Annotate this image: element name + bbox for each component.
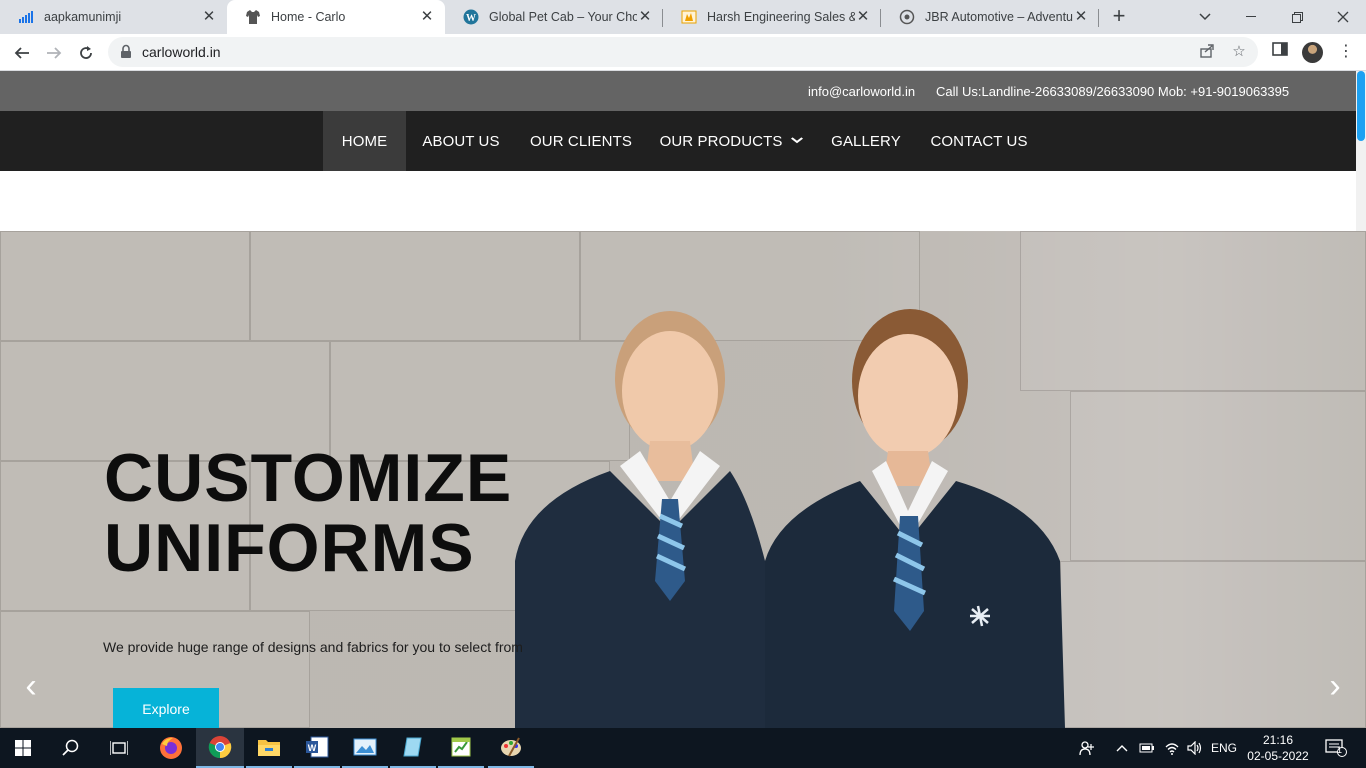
browser-toolbar: carloworld.in ☆ ⋮ [0,34,1366,71]
task-view-icon[interactable] [96,728,142,768]
svg-text:W: W [308,743,317,753]
hero-title-line1: CUSTOMIZE [104,440,513,516]
clock-date: 02-05-2022 [1247,749,1309,763]
tab-title: Home - Carlo [271,10,346,24]
windows-start-icon[interactable] [0,728,46,768]
tab-jbr-automotive[interactable]: JBR Automotive – Adventure ✕ [881,0,1099,34]
hero-title-line2: UNIFORMS [104,510,475,586]
nav-contact-us[interactable]: CONTACT US [916,111,1042,171]
tab-separator [1098,9,1099,27]
contact-email-link[interactable]: info@carloworld.in [808,84,915,99]
notes-app-icon[interactable] [390,728,436,768]
slider-next-arrow-icon[interactable]: › [1324,669,1346,703]
nav-gallery[interactable]: GALLERY [816,111,916,171]
windows-taskbar: W ENG 21:16 02-05-2022 1 [0,728,1366,768]
people-icon[interactable] [1074,728,1100,768]
wordpress-icon: W [463,9,479,25]
tab-home-carlo[interactable]: Home - Carlo ✕ [227,0,445,34]
file-explorer-icon[interactable] [246,728,292,768]
tab-title: JBR Automotive – Adventure [925,10,1073,24]
menu-kebab-icon[interactable]: ⋮ [1336,42,1356,62]
forward-arrow-icon[interactable] [40,39,68,67]
spreadsheet-icon[interactable] [438,728,484,768]
battery-icon[interactable] [1136,728,1158,768]
contact-phone-text: Call Us:Landline-26633089/26633090 Mob: … [936,84,1290,99]
bookmark-star-icon[interactable]: ☆ [1230,43,1248,61]
students-photo [515,309,1065,728]
browser-tab-strip: aapkamunimji ✕ Home - Carlo ✕ W Global P… [0,0,1366,34]
close-tab-icon[interactable]: ✕ [637,9,653,25]
explore-button[interactable]: Explore [113,688,219,728]
page-scrollbar-thumb[interactable] [1357,71,1365,141]
nav-about-us[interactable]: ABOUT US [406,111,516,171]
notifications-icon[interactable]: 1 [1318,728,1354,768]
site-contact-bar: info@carloworld.in Call Us:Landline-2663… [0,71,1356,111]
slider-prev-arrow-icon[interactable]: ‹ [20,669,42,703]
tab-title: Global Pet Cab – Your Choice [489,10,637,24]
site-main-nav: HOME ABOUT US OUR CLIENTS OUR PRODUCTS G… [0,111,1356,171]
volume-icon[interactable] [1184,728,1206,768]
svg-text:W: W [466,13,476,24]
shirt-icon [245,9,261,25]
tab-global-pet-cab[interactable]: W Global Pet Cab – Your Choice ✕ [445,0,663,34]
nav-our-products-label: OUR PRODUCTS [659,132,783,150]
profile-avatar[interactable] [1302,42,1323,63]
wall-block [1070,391,1366,561]
language-indicator[interactable]: ENG [1208,728,1240,768]
nav-our-products[interactable]: OUR PRODUCTS [646,111,816,171]
firefox-icon[interactable] [148,728,194,768]
tab-title: aapkamunimji [44,10,122,24]
address-bar[interactable]: carloworld.in ☆ [108,37,1258,67]
reload-icon[interactable] [72,39,100,67]
back-arrow-icon[interactable] [8,39,36,67]
wall-block [1060,561,1366,728]
side-panel-icon[interactable] [1270,42,1290,62]
close-window-icon[interactable] [1320,0,1366,34]
wifi-icon[interactable] [1160,728,1184,768]
chrome-icon[interactable] [196,728,244,768]
wall-block [0,231,250,341]
nav-our-clients[interactable]: OUR CLIENTS [516,111,646,171]
system-clock[interactable]: 21:16 02-05-2022 [1240,732,1316,764]
hero-slider: CUSTOMIZE UNIFORMS We provide huge range… [0,231,1366,728]
new-tab-button[interactable]: + [1107,5,1131,29]
hero-subtitle: We provide huge range of designs and fab… [103,639,523,655]
close-tab-icon[interactable]: ✕ [1073,9,1089,25]
bar-chart-icon [18,9,34,25]
flame-icon [681,9,697,25]
tab-search-icon[interactable] [1182,0,1228,34]
paint-icon[interactable] [488,728,534,768]
clock-time: 21:16 [1262,733,1294,747]
close-tab-icon[interactable]: ✕ [201,9,217,25]
word-icon[interactable]: W [294,728,340,768]
tab-harsh-engineering[interactable]: Harsh Engineering Sales & Se ✕ [663,0,881,34]
url-text[interactable]: carloworld.in [142,44,221,60]
close-tab-icon[interactable]: ✕ [419,9,435,25]
search-icon[interactable] [48,728,94,768]
notification-count: 1 [1337,745,1343,755]
tray-chevron-up-icon[interactable] [1112,728,1132,768]
minimize-icon[interactable] [1228,0,1274,34]
chevron-down-icon [791,136,804,147]
close-tab-icon[interactable]: ✕ [855,9,871,25]
tab-aapkamunimji[interactable]: aapkamunimji ✕ [0,0,227,34]
nav-home[interactable]: HOME [323,111,406,171]
restore-icon[interactable] [1274,0,1320,34]
jbr-icon [899,9,915,25]
tab-title: Harsh Engineering Sales & Se [707,10,855,24]
image-viewer-icon[interactable] [342,728,388,768]
share-icon[interactable] [1198,43,1216,61]
hero-title: CUSTOMIZE UNIFORMS [104,443,512,583]
lock-icon[interactable] [120,44,134,60]
